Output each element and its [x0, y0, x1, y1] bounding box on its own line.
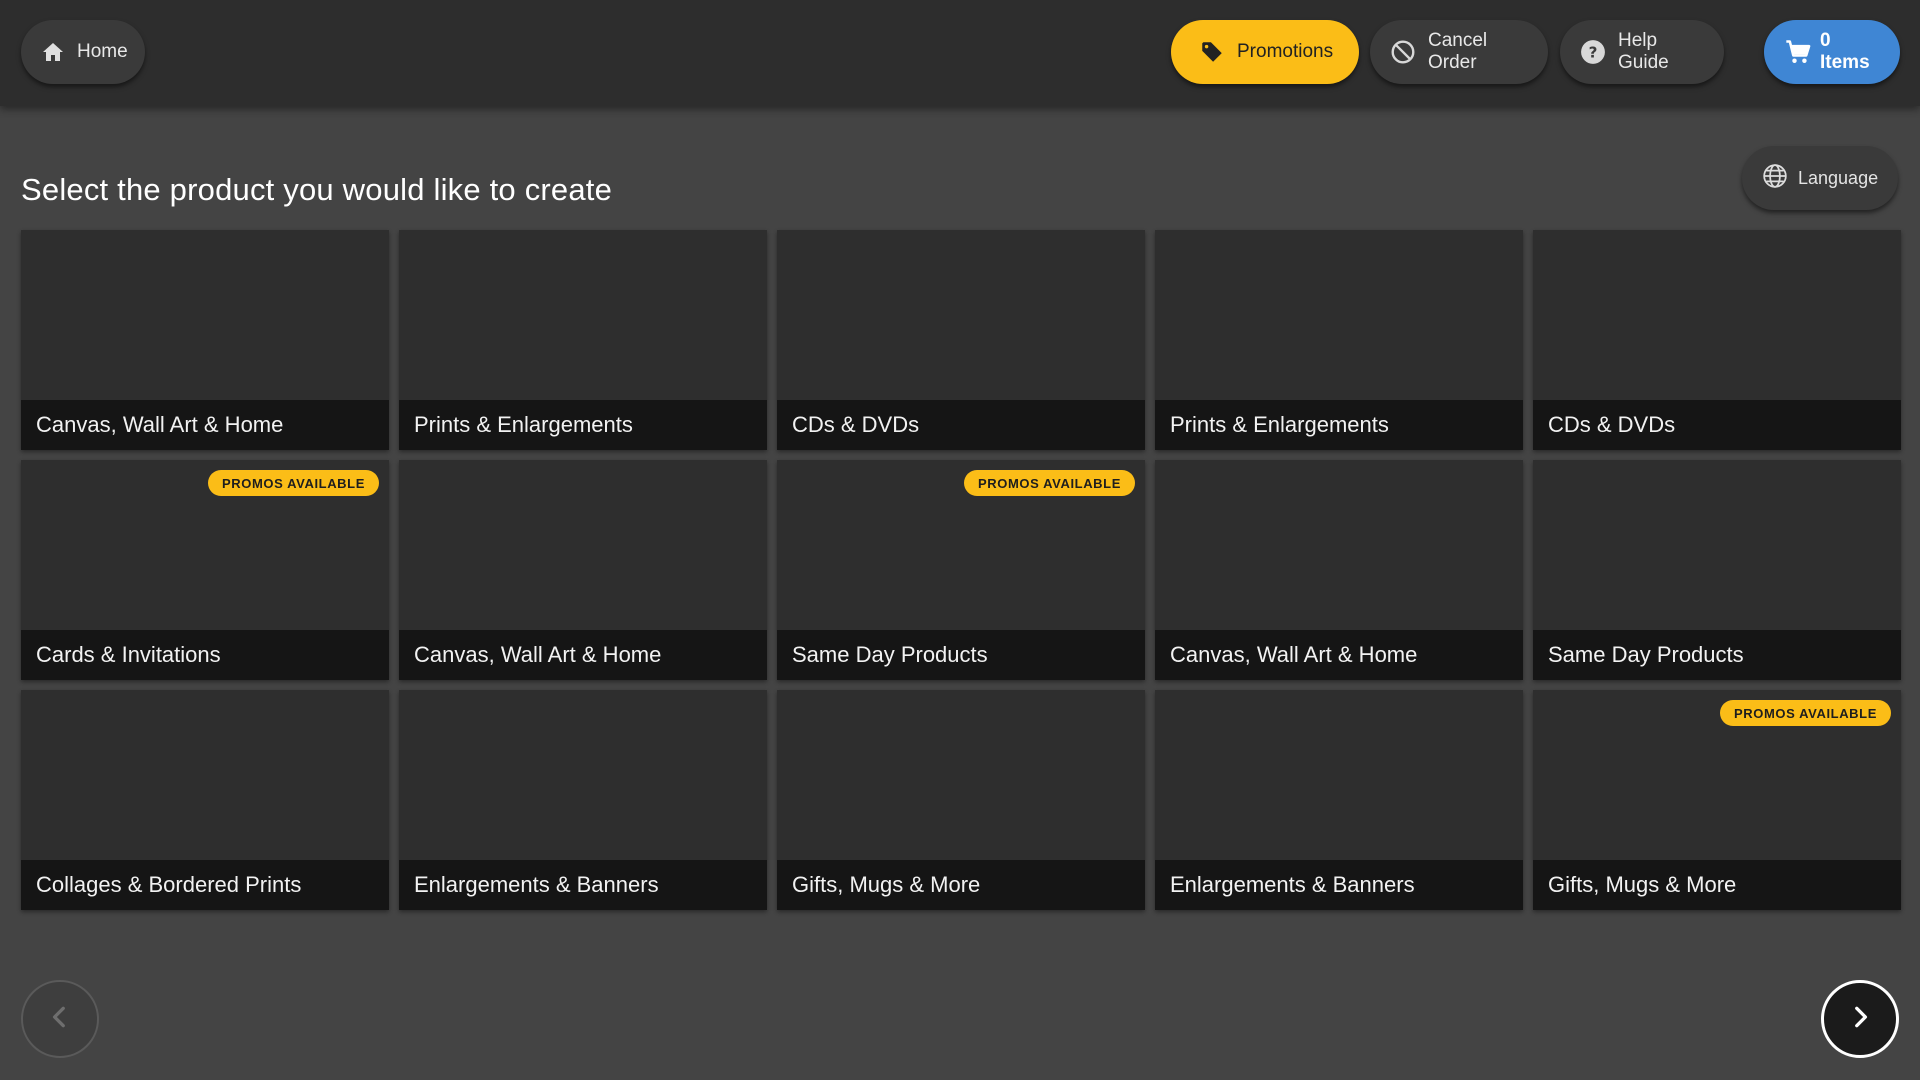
product-tile[interactable]: Canvas, Wall Art & Home: [21, 230, 389, 450]
promo-badge: PROMOS AVAILABLE: [964, 470, 1135, 496]
product-tile[interactable]: CDs & DVDs: [777, 230, 1145, 450]
chevron-left-icon: [47, 1004, 73, 1035]
home-icon: [41, 40, 65, 64]
promotions-button[interactable]: Promotions: [1171, 20, 1359, 84]
language-button[interactable]: Language: [1742, 146, 1898, 210]
product-tile[interactable]: PROMOS AVAILABLE Cards & Invitations: [21, 460, 389, 680]
product-tile-label: Prints & Enlargements: [1155, 400, 1523, 450]
help-guide-button[interactable]: ? Help Guide: [1560, 20, 1724, 84]
product-tile-label: Canvas, Wall Art & Home: [399, 630, 767, 680]
product-tile-label: CDs & DVDs: [777, 400, 1145, 450]
tag-icon: [1199, 39, 1225, 65]
language-label: Language: [1798, 167, 1879, 188]
product-tile-label: Canvas, Wall Art & Home: [21, 400, 389, 450]
product-tile[interactable]: PROMOS AVAILABLE Same Day Products: [777, 460, 1145, 680]
cart-button[interactable]: 0 Items: [1764, 20, 1900, 84]
next-page-button[interactable]: [1821, 980, 1899, 1058]
product-tile-label: Gifts, Mugs & More: [1533, 860, 1901, 910]
globe-icon: [1762, 163, 1788, 194]
product-tile[interactable]: Enlargements & Banners: [399, 690, 767, 910]
cancel-order-label: Cancel Order: [1428, 30, 1488, 73]
chevron-right-icon: [1847, 1004, 1873, 1035]
svg-text:?: ?: [1589, 43, 1598, 61]
product-selection-screen: Home Promotions Cancel Order ? Help Guid…: [0, 0, 1920, 1080]
product-tile-label: Prints & Enlargements: [399, 400, 767, 450]
product-tile-label: Enlargements & Banners: [399, 860, 767, 910]
product-grid: Canvas, Wall Art & Home Prints & Enlargem…: [21, 230, 1901, 910]
product-tile[interactable]: Canvas, Wall Art & Home: [399, 460, 767, 680]
home-label: Home: [77, 41, 128, 62]
cart-label: 0 Items: [1820, 30, 1870, 73]
product-tile-label: Collages & Bordered Prints: [21, 860, 389, 910]
help-guide-label: Help Guide: [1618, 30, 1669, 73]
product-tile[interactable]: PROMOS AVAILABLE Gifts, Mugs & More: [1533, 690, 1901, 910]
product-tile[interactable]: Same Day Products: [1533, 460, 1901, 680]
product-tile-label: Same Day Products: [777, 630, 1145, 680]
block-icon: [1390, 39, 1416, 65]
help-icon: ?: [1580, 39, 1606, 65]
page-title: Select the product you would like to cre…: [21, 172, 613, 207]
product-tile[interactable]: Prints & Enlargements: [399, 230, 767, 450]
product-tile[interactable]: Canvas, Wall Art & Home: [1155, 460, 1523, 680]
home-button[interactable]: Home: [21, 20, 145, 84]
product-tile-label: Canvas, Wall Art & Home: [1155, 630, 1523, 680]
previous-page-button[interactable]: [21, 980, 99, 1058]
promo-badge: PROMOS AVAILABLE: [208, 470, 379, 496]
product-tile[interactable]: Enlargements & Banners: [1155, 690, 1523, 910]
product-tile[interactable]: Gifts, Mugs & More: [777, 690, 1145, 910]
top-bar: Home Promotions Cancel Order ? Help Guid…: [0, 0, 1920, 106]
promotions-label: Promotions: [1237, 41, 1334, 62]
product-tile-label: Gifts, Mugs & More: [777, 860, 1145, 910]
product-tile-label: CDs & DVDs: [1533, 400, 1901, 450]
product-tile[interactable]: Prints & Enlargements: [1155, 230, 1523, 450]
promo-badge: PROMOS AVAILABLE: [1720, 700, 1891, 726]
cart-icon: [1784, 38, 1812, 66]
product-tile-label: Cards & Invitations: [21, 630, 389, 680]
product-tile-label: Enlargements & Banners: [1155, 860, 1523, 910]
product-tile-label: Same Day Products: [1533, 630, 1901, 680]
product-tile[interactable]: Collages & Bordered Prints: [21, 690, 389, 910]
product-tile[interactable]: CDs & DVDs: [1533, 230, 1901, 450]
cancel-order-button[interactable]: Cancel Order: [1370, 20, 1548, 84]
